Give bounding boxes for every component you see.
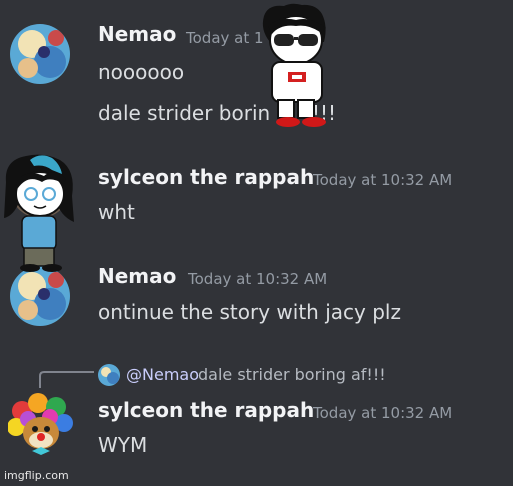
reply-text[interactable]: dale strider boring af!!! xyxy=(198,365,386,384)
watermark: imgflip.com xyxy=(4,469,69,482)
message-text: WYM xyxy=(98,433,148,457)
character-sticker-glasses-girl xyxy=(4,154,74,272)
timestamp: Today at 10:32 AM xyxy=(313,171,453,189)
clown-dog-icon xyxy=(8,393,73,455)
username[interactable]: Nemao xyxy=(98,264,176,288)
message-text: dale strider borin xyxy=(98,101,271,125)
timestamp: Today at 10:32 AM xyxy=(313,404,453,422)
reply-mention[interactable]: @Nemao xyxy=(126,365,199,384)
reply-avatar[interactable] xyxy=(98,364,120,386)
username[interactable]: sylceon the rappah xyxy=(98,398,314,422)
nemao-avatar[interactable] xyxy=(10,266,70,326)
character-sticker-sunglasses xyxy=(262,3,326,127)
username[interactable]: sylceon the rappah xyxy=(98,165,314,189)
username[interactable]: Nemao xyxy=(98,22,176,46)
message-4: @Nemao dale strider boring af!!! sylceon… xyxy=(0,355,513,486)
sylceon-avatar[interactable] xyxy=(8,393,74,459)
message-text: ontinue the story with jacy plz xyxy=(98,300,401,324)
message-text: wht xyxy=(98,200,135,224)
timestamp: Today at 10:32 AM xyxy=(188,270,328,288)
message-text: noooooo xyxy=(98,60,185,84)
reply-connector xyxy=(39,371,94,388)
nemao-avatar[interactable] xyxy=(10,24,70,84)
